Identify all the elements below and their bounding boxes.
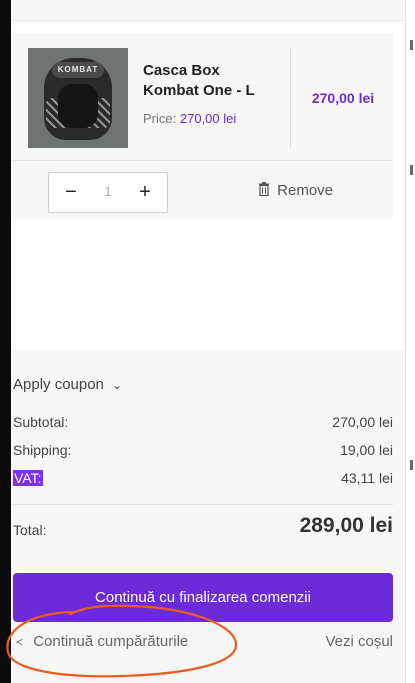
vat-label-highlight: VAT: bbox=[13, 470, 43, 486]
product-image-brand: KOMBAT bbox=[57, 65, 99, 74]
chevron-down-icon: ⌄ bbox=[112, 378, 123, 392]
shipping-value: 19,00 lei bbox=[340, 442, 393, 458]
line-total: 270,00 lei bbox=[311, 90, 375, 106]
divider bbox=[290, 48, 291, 148]
divider bbox=[13, 504, 393, 505]
continue-shopping-label: Continuă cumpărăturile bbox=[33, 633, 189, 650]
product-image[interactable]: KOMBAT bbox=[28, 48, 128, 148]
product-name[interactable]: Casca Box Kombat One - L bbox=[143, 61, 278, 101]
remove-item-button[interactable]: Remove bbox=[258, 182, 333, 199]
scroll-marker bbox=[410, 165, 413, 175]
unit-price: Price: 270,00 lei bbox=[143, 111, 236, 126]
checkout-button[interactable]: Continuă cu finalizarea comenzii bbox=[13, 573, 393, 622]
scroll-marker bbox=[410, 460, 413, 470]
helmet-face-opening bbox=[58, 84, 98, 128]
decrease-quantity-button[interactable]: − bbox=[61, 182, 81, 202]
chevron-left-icon: < bbox=[16, 635, 24, 649]
scroll-marker bbox=[410, 40, 413, 50]
right-scrollbar[interactable] bbox=[405, 0, 415, 683]
price-label: Price: bbox=[143, 111, 177, 126]
vat-value: 43,11 lei bbox=[341, 470, 393, 486]
apply-coupon-toggle[interactable]: Apply coupon ⌄ bbox=[13, 376, 122, 393]
top-strip bbox=[12, 0, 405, 21]
vat-label: VAT: bbox=[13, 470, 43, 486]
divider bbox=[12, 160, 393, 161]
quantity-value[interactable]: 1 bbox=[95, 184, 121, 199]
continue-shopping-link[interactable]: < Continuă cumpărăturile bbox=[16, 633, 188, 650]
subtotal-value: 270,00 lei bbox=[332, 414, 393, 430]
remove-label: Remove bbox=[277, 182, 334, 199]
quantity-stepper: − 1 + bbox=[48, 172, 168, 213]
subtotal-label: Subtotal: bbox=[13, 414, 69, 430]
left-window-edge bbox=[0, 0, 11, 683]
view-cart-link[interactable]: Vezi coșul bbox=[325, 633, 393, 650]
total-value: 289,00 lei bbox=[299, 514, 393, 537]
increase-quantity-button[interactable]: + bbox=[135, 182, 155, 202]
order-summary: Apply coupon ⌄ Subtotal: 270,00 lei Ship… bbox=[12, 350, 405, 683]
total-label: Total: bbox=[13, 522, 47, 538]
cart-item-card: KOMBAT Casca Box Kombat One - L Price: 2… bbox=[12, 33, 393, 219]
price-value: 270,00 lei bbox=[179, 111, 237, 126]
trash-icon bbox=[258, 182, 270, 198]
shipping-label: Shipping: bbox=[13, 442, 72, 458]
coupon-label: Apply coupon bbox=[13, 376, 104, 393]
